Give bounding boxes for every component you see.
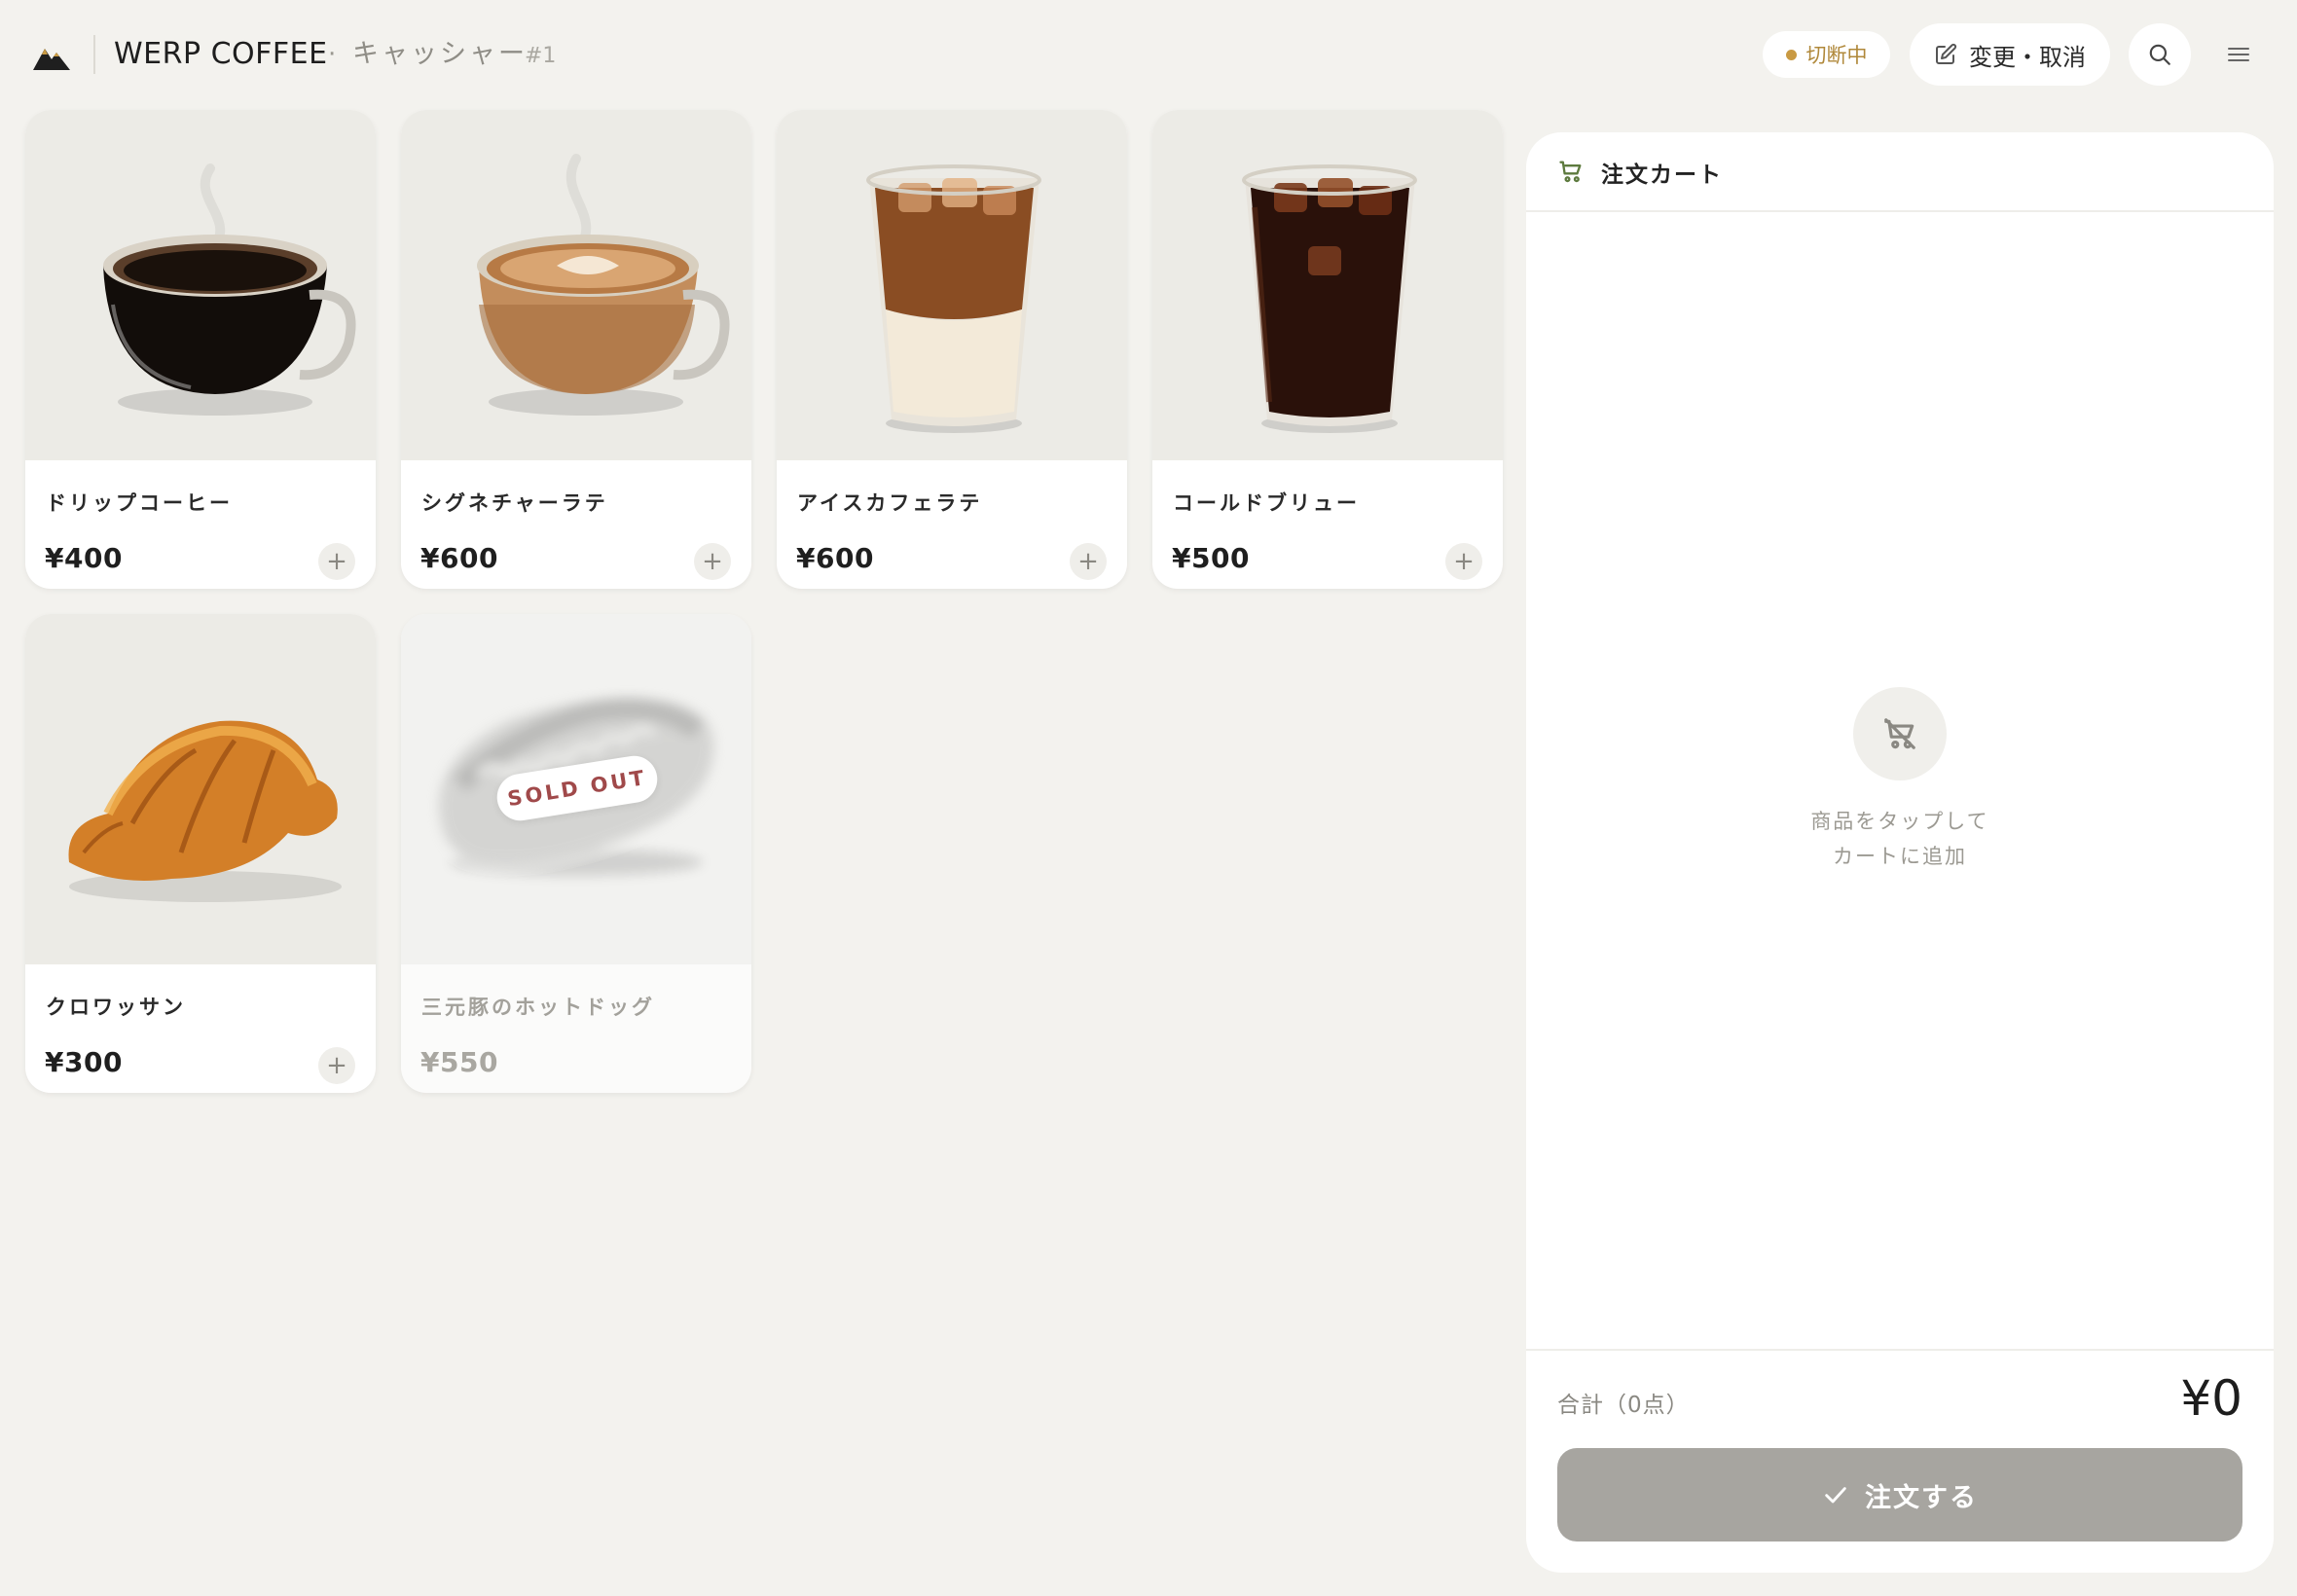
menu-button[interactable] [2215,23,2262,86]
product-image [25,614,376,964]
product-image [1152,110,1503,460]
iced-latte-glass-icon [866,164,1041,433]
product-price: ¥600 [796,542,874,574]
product-card-sold-out: 三元豚のホットドッグ ¥550 [401,614,751,1093]
empty-cart-indicator [1853,687,1947,780]
cart-title: 注文カート [1601,163,1723,188]
product-price: ¥600 [420,542,498,574]
add-to-cart-button[interactable]: + [694,543,731,580]
hamburger-menu-icon [2228,48,2249,61]
latte-cup-icon [477,154,730,416]
product-price: ¥550 [420,1046,498,1078]
screen-subtitle: キャッシャー [352,39,528,69]
product-name: シグネチャーラテ [421,491,608,515]
add-to-cart-button[interactable]: + [318,543,355,580]
order-cart-panel: 注文カート 商品をタップして カートに追加 合計（0点） ¥0 注文する [1526,132,2274,1573]
brand-separator: · [328,40,337,69]
search-icon [2149,44,2170,65]
status-label: 切断中 [1805,44,1868,67]
cart-icon [1559,161,1582,183]
add-to-cart-button[interactable]: + [1070,543,1107,580]
product-price: ¥300 [45,1046,123,1078]
cart-header: 注文カート [1526,132,2274,212]
product-card[interactable]: ドリップコーヒー ¥400 + [25,110,376,589]
place-order-label: 注文する [1865,1482,1978,1513]
empty-cart-line-1: 商品をタップして [1810,810,1989,833]
product-card[interactable]: クロワッサン ¥300 + [25,614,376,1093]
header-divider [93,35,95,74]
cart-off-icon [1884,718,1915,749]
app-header: WERP COFFEE · キャッシャー #1 切断中 変更・取消 [0,0,2297,109]
empty-cart-message: 商品をタップして カートに追加 [1526,804,2274,874]
product-image [777,110,1127,460]
product-image [25,110,376,460]
total-value: ¥0 [2180,1370,2242,1427]
register-number: #1 [525,44,557,68]
empty-cart-line-2: カートに追加 [1833,845,1967,868]
product-name: アイスカフェラテ [797,491,983,515]
total-label: 合計（0点） [1557,1393,1690,1418]
hot-black-coffee-cup-icon [103,163,356,416]
edit-icon [1936,43,1957,64]
place-order-button[interactable]: 注文する [1557,1448,2242,1542]
connection-status-badge: 切断中 [1763,31,1890,78]
brand-name: WERP COFFEE [114,37,328,71]
product-name: ドリップコーヒー [46,491,233,515]
check-icon [1825,1487,1846,1504]
status-dot-icon [1785,49,1797,60]
add-to-cart-button[interactable]: + [318,1047,355,1084]
edit-cancel-button[interactable]: 変更・取消 [1910,23,2110,86]
edit-cancel-label: 変更・取消 [1969,43,2086,71]
product-name: クロワッサン [46,996,186,1019]
add-to-cart-button[interactable]: + [1445,543,1482,580]
product-price: ¥500 [1172,542,1250,574]
product-image [401,110,751,460]
search-button[interactable] [2129,23,2191,86]
product-name: 三元豚のホットドッグ [421,996,655,1019]
product-name: コールドブリュー [1173,491,1360,515]
product-card[interactable]: アイスカフェラテ ¥600 + [777,110,1127,589]
mountain-logo-icon [33,49,70,70]
iced-cold-brew-glass-icon [1242,164,1417,433]
croissant-icon [68,720,342,902]
product-card[interactable]: コールドブリュー ¥500 + [1152,110,1503,589]
cart-footer-divider [1526,1349,2274,1351]
product-price: ¥400 [45,542,123,574]
product-card[interactable]: シグネチャーラテ ¥600 + [401,110,751,589]
